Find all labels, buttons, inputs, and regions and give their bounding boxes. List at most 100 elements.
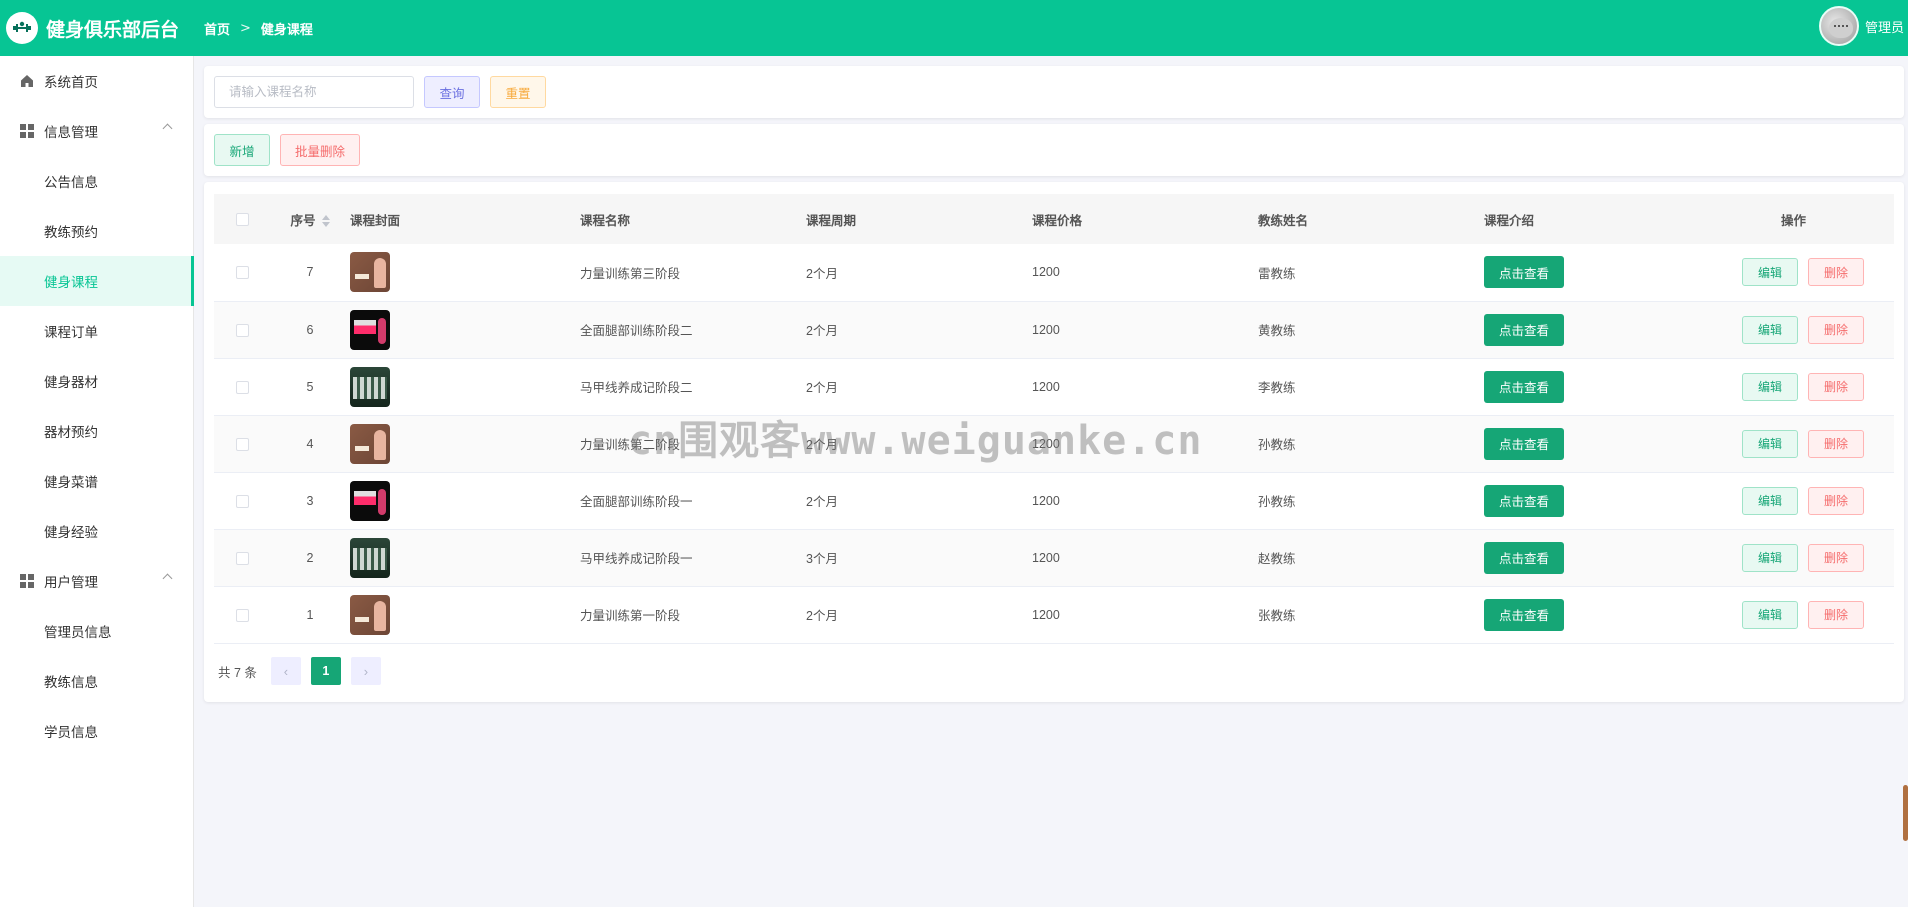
sidebar-item-course-orders[interactable]: 课程订单 [0,306,193,356]
cell-cover [350,301,580,358]
delete-button[interactable]: 删除 [1808,315,1864,344]
edit-button[interactable]: 编辑 [1742,600,1798,629]
dumbbell-logo-icon [6,12,38,44]
row-checkbox[interactable] [235,323,249,337]
course-table-panel: 序号 课程封面 课程名称 课程周期 课程价格 教练姓名 课程介绍 操作 7 力量训… [204,182,1904,702]
sidebar-item-coach-booking[interactable]: 教练预约 [0,206,193,256]
sidebar-item-notice[interactable]: 公告信息 [0,156,193,206]
user-name[interactable]: 管理员 [1865,17,1904,36]
app-logo[interactable]: 健身俱乐部后台 [0,12,200,44]
cell-coach: 黄教练 [1258,324,1296,338]
sort-icon[interactable] [321,215,330,228]
delete-button[interactable]: 删除 [1808,543,1864,572]
cell-price: 1200 [1032,379,1060,394]
view-intro-button[interactable]: 点击查看 [1484,427,1564,460]
cell-period: 3个月 [806,552,838,566]
row-select-cell [214,529,270,586]
edit-button[interactable]: 编辑 [1742,315,1798,344]
chevron-up-icon [162,123,173,134]
query-button[interactable]: 查询 [424,76,480,108]
edit-button[interactable]: 编辑 [1742,486,1798,515]
cell-ops: 编辑 删除 [1684,415,1894,472]
cell-intro: 点击查看 [1484,301,1684,358]
prev-page-chevron-left-icon[interactable]: ‹ [270,657,301,685]
view-intro-button[interactable]: 点击查看 [1484,256,1564,289]
sidebar-group-users[interactable]: 用户管理 [0,556,193,606]
sidebar-item-admins[interactable]: 管理员信息 [0,606,193,656]
course-cover-image[interactable] [350,480,390,521]
sidebar-item-experience[interactable]: 健身经验 [0,506,193,556]
cell-no: 3 [306,493,314,508]
breadcrumb-current: 健身课程 [260,22,313,38]
delete-button[interactable]: 删除 [1808,486,1864,515]
edit-button[interactable]: 编辑 [1742,372,1798,401]
row-checkbox[interactable] [235,494,249,508]
row-checkbox[interactable] [235,608,249,622]
view-intro-button[interactable]: 点击查看 [1484,598,1564,631]
view-intro-button[interactable]: 点击查看 [1484,370,1564,403]
course-cover-image[interactable] [350,252,390,293]
sidebar-item-equipment-booking[interactable]: 器材预约 [0,406,193,456]
view-intro-button[interactable]: 点击查看 [1484,541,1564,574]
sidebar-item-students[interactable]: 学员信息 [0,706,193,756]
sidebar: 系统首页 信息管理 公告信息 教练预约 健身课程 课程订单 健身器材 器材预约 … [0,56,194,907]
course-cover-image[interactable] [350,537,390,578]
course-name-search-input[interactable] [214,76,414,108]
edit-button[interactable]: 编辑 [1742,258,1798,287]
cell-no: 6 [306,322,314,337]
cell-period: 2个月 [806,381,838,395]
sidebar-item-equipment[interactable]: 健身器材 [0,356,193,406]
cell-cover [350,415,580,472]
sidebar-item-label: 健身经验 [44,525,98,541]
row-checkbox[interactable] [235,380,249,394]
view-intro-button[interactable]: 点击查看 [1484,313,1564,346]
sidebar-item-label: 系统首页 [44,75,98,91]
cell-intro: 点击查看 [1484,529,1684,586]
sidebar-item-recipes[interactable]: 健身菜谱 [0,456,193,506]
select-all-checkbox[interactable] [235,213,249,227]
add-button[interactable]: 新增 [214,134,270,166]
row-checkbox[interactable] [235,266,249,280]
reset-button[interactable]: 重置 [490,76,546,108]
row-checkbox[interactable] [235,437,249,451]
edit-button[interactable]: 编辑 [1742,429,1798,458]
course-cover-image[interactable] [350,309,390,350]
pagination-total: 共 7 条 [218,665,257,680]
delete-button[interactable]: 删除 [1808,258,1864,287]
cell-ops: 编辑 删除 [1684,358,1894,415]
sidebar-group-info[interactable]: 信息管理 [0,106,193,156]
header-no[interactable]: 序号 [270,194,350,244]
current-page[interactable]: 1 [310,657,341,685]
cell-no: 1 [306,607,314,622]
cell-price: 1200 [1032,493,1060,508]
batch-delete-button[interactable]: 批量删除 [280,134,360,166]
delete-button[interactable]: 删除 [1808,600,1864,629]
course-cover-image[interactable] [350,366,390,407]
breadcrumb-home[interactable]: 首页 [204,19,230,38]
sidebar-item-home[interactable]: 系统首页 [0,56,193,106]
cell-price: 1200 [1032,607,1060,622]
sidebar-item-courses[interactable]: 健身课程 [0,256,194,306]
search-panel: 查询 重置 [204,66,1904,118]
cell-price: 1200 [1032,322,1060,337]
sidebar-item-label: 公告信息 [44,175,98,191]
user-menu[interactable]: 管理员 [1818,6,1904,46]
cell-coach: 孙教练 [1258,495,1296,509]
course-cover-image[interactable] [350,423,390,464]
cell-name: 全面腿部训练阶段一 [580,495,693,509]
avatar[interactable] [1818,6,1859,46]
table-row: 6 全面腿部训练阶段二 2个月 1200 黄教练 点击查看 编辑 删除 [214,301,1894,358]
next-page-chevron-right-icon[interactable]: › [350,657,381,685]
scrollbar-thumb[interactable] [1903,785,1908,841]
sidebar-item-coaches[interactable]: 教练信息 [0,656,193,706]
delete-button[interactable]: 删除 [1808,372,1864,401]
edit-button[interactable]: 编辑 [1742,543,1798,572]
cell-coach: 赵教练 [1258,552,1296,566]
cell-cover [350,529,580,586]
delete-button[interactable]: 删除 [1808,429,1864,458]
cell-ops: 编辑 删除 [1684,301,1894,358]
cell-coach: 张教练 [1258,609,1296,623]
course-cover-image[interactable] [350,594,390,635]
row-checkbox[interactable] [235,551,249,565]
view-intro-button[interactable]: 点击查看 [1484,484,1564,517]
